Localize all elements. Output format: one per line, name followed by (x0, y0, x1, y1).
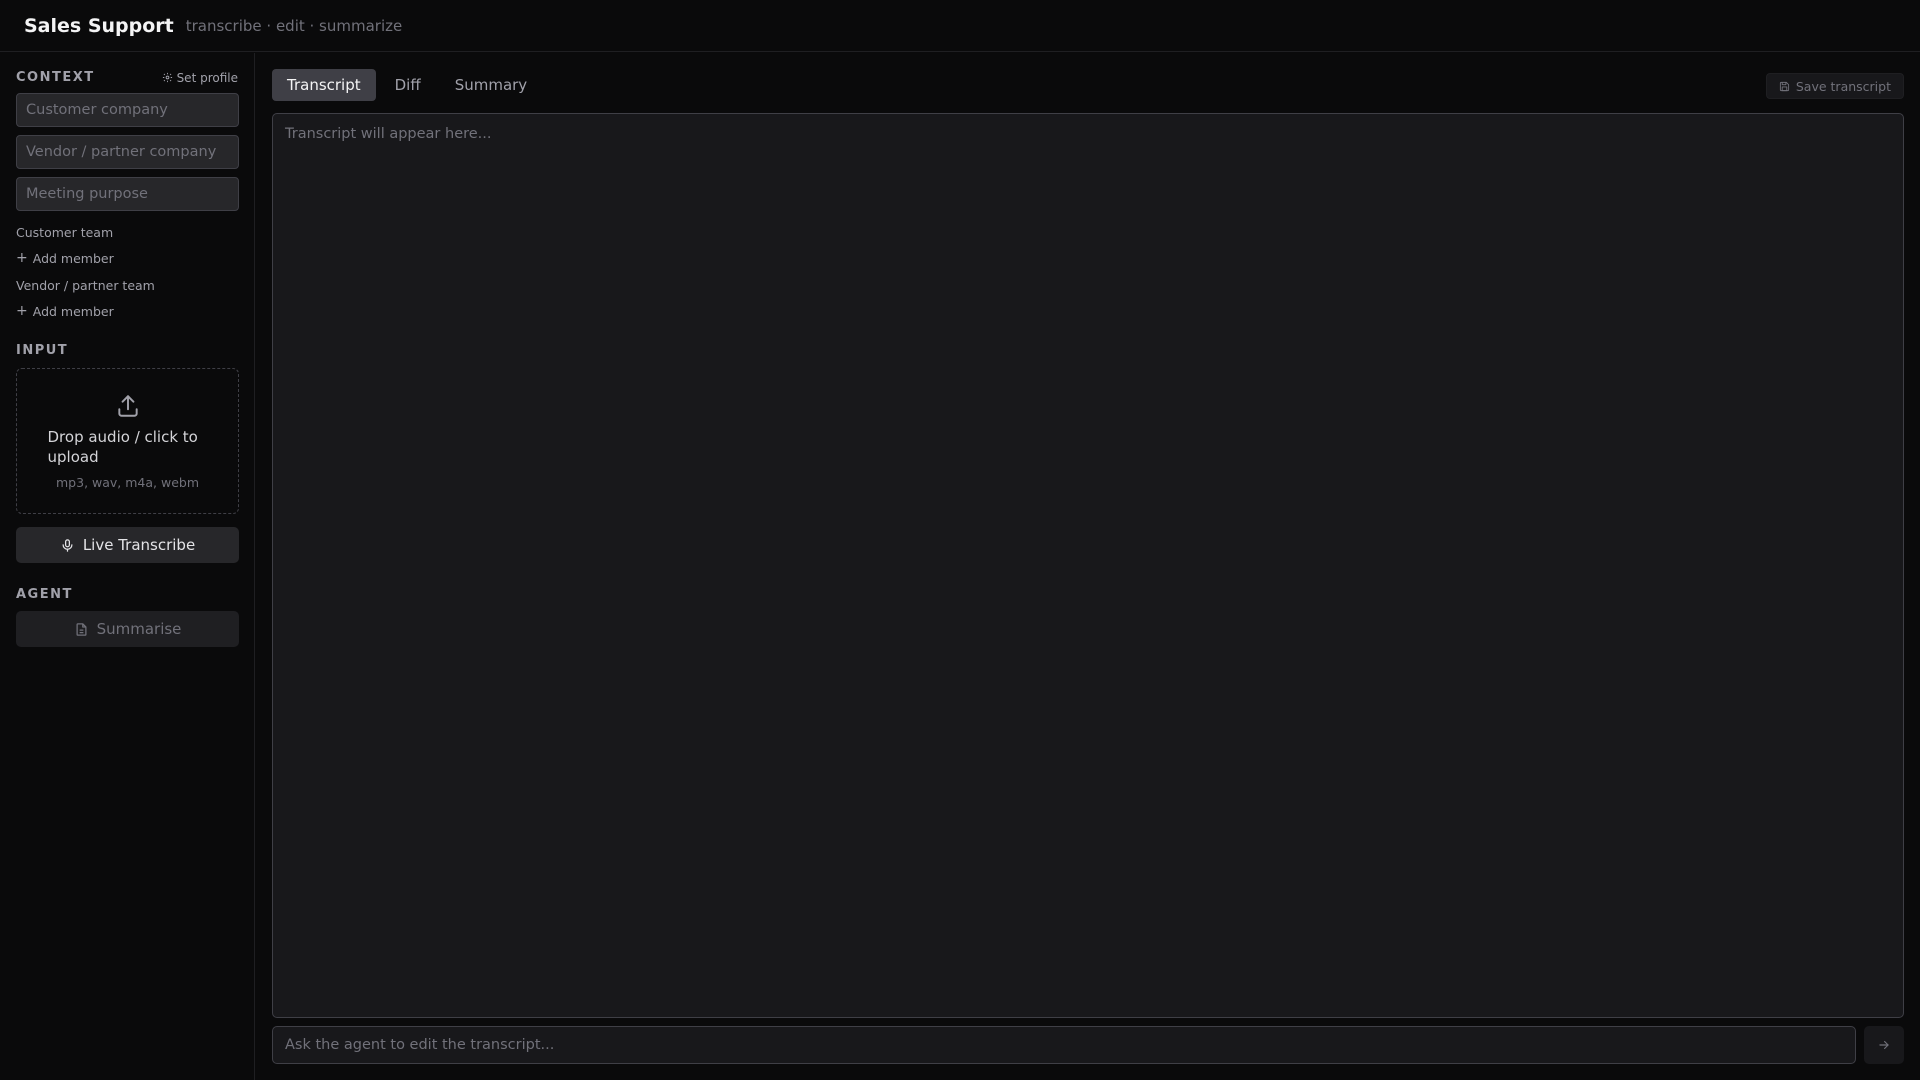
dropzone-formats: mp3, wav, m4a, webm (56, 475, 199, 490)
agent-instruction-input[interactable] (272, 1026, 1856, 1064)
save-transcript-button[interactable]: Save transcript (1765, 73, 1904, 99)
context-section-header: CONTEXT Set profile (16, 70, 238, 85)
gear-icon (162, 72, 172, 83)
main-panel: Transcript Diff Summary Save transcript (256, 53, 1920, 1080)
vendor-team-label: Vendor / partner team (16, 278, 155, 293)
customer-team-label: Customer team (16, 225, 114, 240)
tab-diff[interactable]: Diff (380, 69, 436, 101)
upload-icon (117, 395, 138, 417)
tab-summary[interactable]: Summary (440, 69, 543, 101)
add-vendor-member-button[interactable]: + Add member (16, 303, 238, 319)
context-label: CONTEXT (16, 70, 95, 85)
audio-dropzone[interactable]: Drop audio / click to upload mp3, wav, m… (16, 368, 239, 514)
tab-transcript[interactable]: Transcript (272, 69, 376, 101)
arrow-right-icon (1879, 1040, 1889, 1050)
app-title: Sales Support (24, 14, 174, 37)
send-button[interactable] (1864, 1026, 1904, 1064)
view-tabs: Transcript Diff Summary (272, 69, 542, 101)
live-transcribe-button[interactable]: Live Transcribe (16, 527, 239, 563)
set-profile-label: Set profile (176, 70, 238, 85)
summarise-label: Summarise (96, 620, 182, 638)
plus-icon: + (16, 303, 28, 319)
save-transcript-label: Save transcript (1795, 78, 1891, 94)
add-member-label: Add member (32, 303, 114, 319)
microphone-icon (62, 538, 73, 552)
meeting-purpose-input[interactable] (16, 177, 239, 211)
agent-label: AGENT (16, 587, 73, 602)
vendor-company-input[interactable] (16, 135, 239, 169)
sidebar: CONTEXT Set profile Customer team + Add … (0, 53, 255, 1080)
summarise-button[interactable]: Summarise (16, 611, 239, 647)
document-icon (76, 622, 87, 636)
save-icon (1779, 81, 1789, 91)
app-tagline: transcribe · edit · summarize (185, 16, 403, 35)
set-profile-button[interactable]: Set profile (162, 71, 238, 85)
input-label: INPUT (16, 343, 69, 358)
add-member-label: Add member (32, 250, 114, 266)
dropzone-title: Drop audio / click to upload (47, 428, 198, 466)
live-transcribe-label: Live Transcribe (82, 536, 196, 554)
transcript-editor[interactable] (272, 113, 1904, 1018)
app-header: Sales Support transcribe · edit · summar… (0, 0, 1920, 52)
plus-icon: + (16, 250, 28, 266)
customer-company-input[interactable] (16, 93, 239, 127)
add-customer-member-button[interactable]: + Add member (16, 250, 238, 266)
